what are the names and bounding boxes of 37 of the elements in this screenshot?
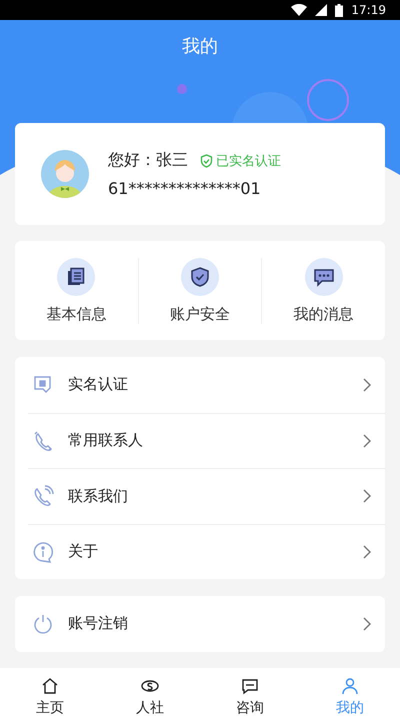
person-icon xyxy=(340,676,360,696)
chevron-right-icon xyxy=(363,544,371,559)
chevron-right-icon xyxy=(363,489,371,504)
phone-icon xyxy=(32,485,54,508)
chevron-right-icon xyxy=(363,434,371,448)
greeting: 您好：张三 xyxy=(108,150,188,171)
tab[interactable]: 咨询 xyxy=(200,668,300,725)
shortcut-label[interactable]: 账户安全 xyxy=(170,304,230,324)
shortcut-icon-circle[interactable] xyxy=(304,258,343,296)
menu-item[interactable]: 关于 xyxy=(68,542,363,562)
tab[interactable]: 主页 xyxy=(0,668,100,725)
menu-item[interactable]: 账号注销 xyxy=(68,614,363,634)
shortcut-icon-circle[interactable] xyxy=(181,258,219,296)
menu-item[interactable]: 联系我们 xyxy=(68,486,363,506)
page-title: 我的 xyxy=(182,35,218,58)
tab[interactable]: 人社 xyxy=(100,668,200,725)
status-time: 17:19 xyxy=(351,3,386,17)
menu-item[interactable]: 常用联系人 xyxy=(68,431,363,450)
verified-label: 已实名认证 xyxy=(216,152,281,170)
id-number: 61**************01 xyxy=(108,179,262,198)
avatar xyxy=(40,149,90,199)
chevron-right-icon xyxy=(363,616,371,631)
wifi-icon xyxy=(291,4,308,16)
chevron-right-icon xyxy=(363,378,371,392)
message-icon xyxy=(312,266,335,286)
battery-icon xyxy=(335,4,344,16)
shield-icon xyxy=(190,266,210,286)
document-icon xyxy=(66,266,86,286)
shortcut-icon-circle[interactable] xyxy=(57,258,96,296)
shortcut-label[interactable]: 我的消息 xyxy=(294,304,354,324)
signal-icon xyxy=(315,4,328,16)
home-icon xyxy=(40,676,60,696)
info-icon xyxy=(32,540,54,563)
phone-icon xyxy=(32,430,54,452)
power-icon xyxy=(32,612,54,635)
shortcut-label[interactable]: 基本信息 xyxy=(46,304,106,324)
menu-item[interactable]: 实名认证 xyxy=(68,375,363,394)
